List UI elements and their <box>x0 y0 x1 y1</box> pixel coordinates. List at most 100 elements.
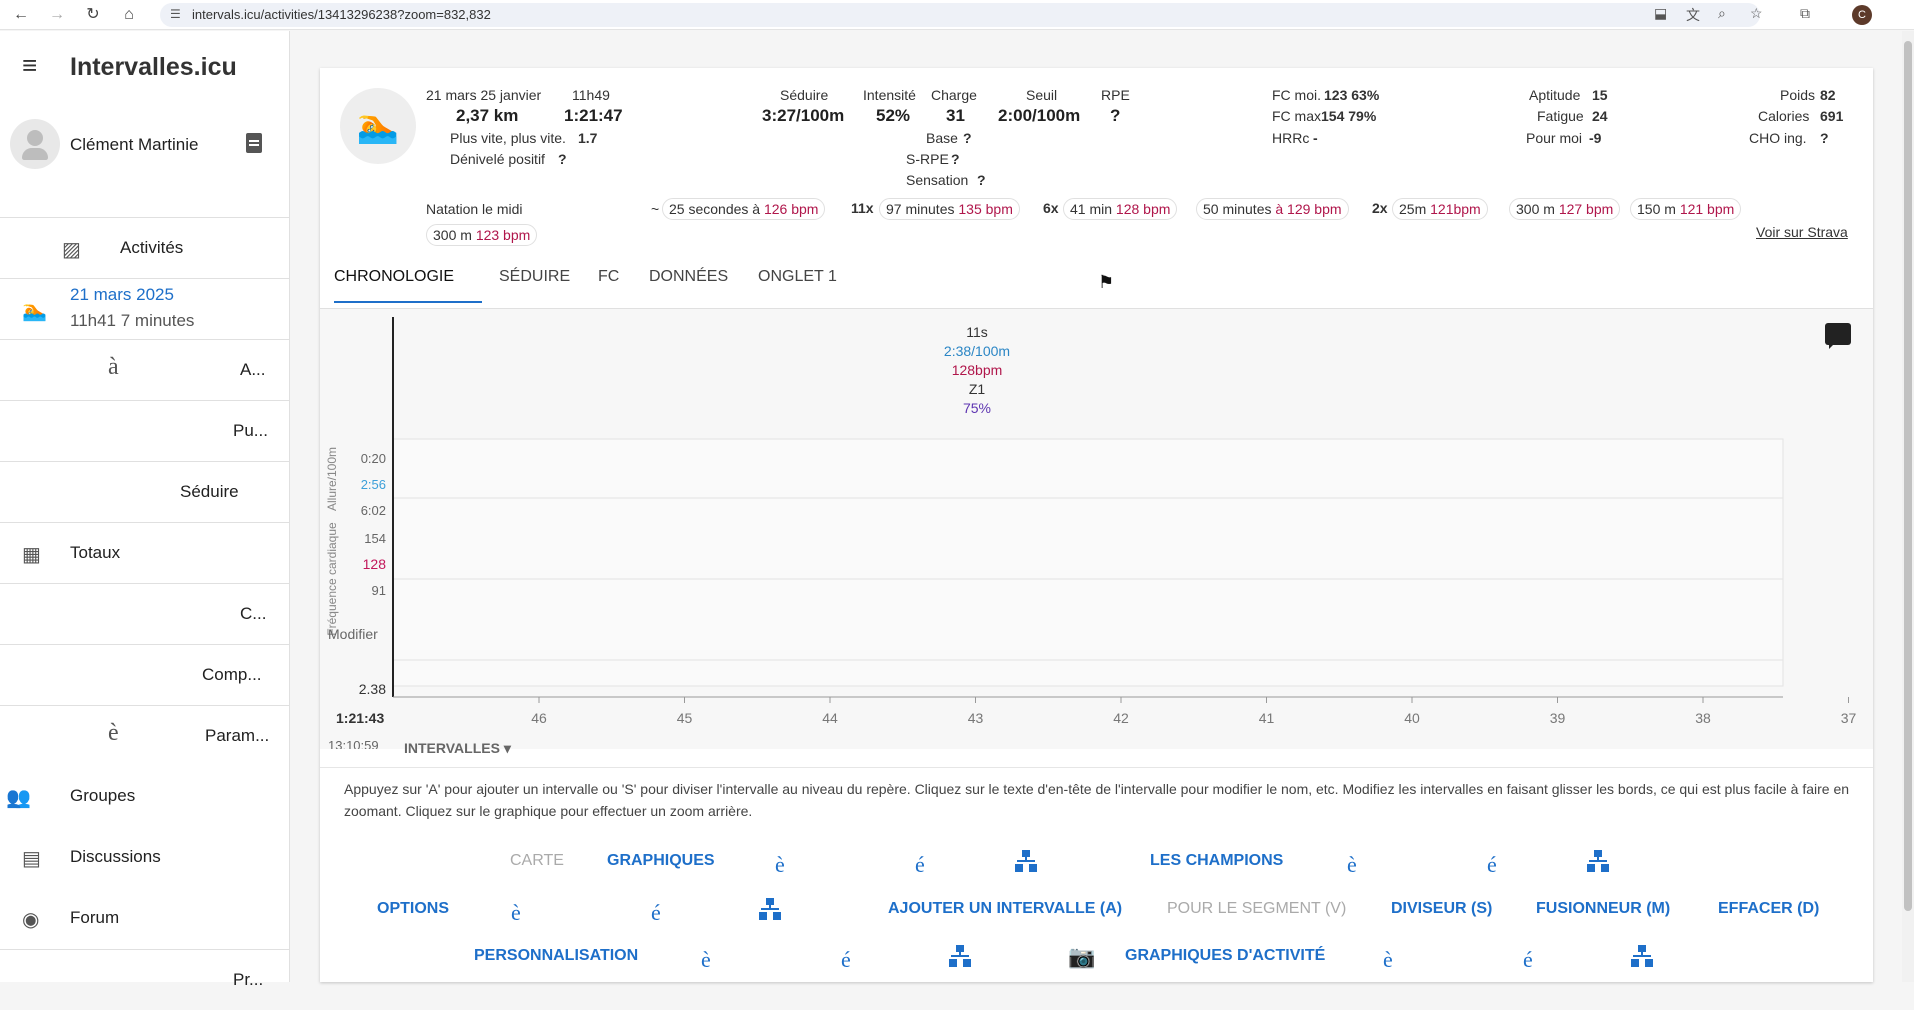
scrollbar-thumb[interactable] <box>1904 41 1912 911</box>
profile-avatar[interactable]: C <box>1852 5 1872 25</box>
splitter-button[interactable]: DIVISEUR (S) <box>1391 900 1492 918</box>
weight-value: 82 <box>1820 87 1836 103</box>
interval-chip[interactable]: 50 minutes à 129 bpm <box>1196 198 1349 220</box>
interval-chip[interactable]: 25 secondes à 126 bpm <box>662 198 826 220</box>
tilde: ~ <box>651 201 660 217</box>
options-button[interactable]: OPTIONS <box>377 900 449 918</box>
interval-chip[interactable]: 300 m 123 bpm <box>426 224 538 246</box>
bookmark-star-icon[interactable]: ☆ <box>1750 5 1763 22</box>
activity-charts-button[interactable]: GRAPHIQUES D'ACTIVITÉ <box>1125 947 1325 965</box>
intervals-dropdown[interactable]: INTERVALLES ▾ <box>404 740 511 757</box>
customization-button[interactable]: PERSONNALISATION <box>474 947 638 965</box>
chart-svg[interactable]: Fréquence cardiaque Allure/100m 0:20 2:5… <box>320 309 1873 749</box>
sidebar-item-seduire[interactable]: Séduire <box>0 461 290 522</box>
user-name[interactable]: Clément Martinie <box>70 135 199 155</box>
sidebar-item-groups[interactable]: 👥 Groupes <box>0 766 290 827</box>
sidebar-item-a[interactable]: à A... <box>0 339 290 400</box>
forward-icon[interactable]: → <box>46 4 68 26</box>
hrrc-value: - <box>1313 130 1318 146</box>
interval-chip[interactable]: 300 m 127 bpm <box>1509 198 1621 220</box>
sidebar-item-current-activity[interactable]: 🏊 21 mars 2025 11h41 7 minutes <box>0 278 290 339</box>
site-info-icon[interactable]: ☰ <box>170 7 181 21</box>
x-axis-ticks: 46 45 44 43 42 41 40 39 38 37 <box>531 697 1856 726</box>
sidebar-item-c[interactable]: C... <box>0 583 290 644</box>
zoom-icon[interactable]: ⌕ <box>1718 5 1726 22</box>
calories-value: 691 <box>1820 108 1844 124</box>
merger-button[interactable]: FUSIONNEUR (M) <box>1536 900 1670 918</box>
install-icon[interactable]: ⬓ <box>1654 5 1667 22</box>
hierarchy-icon[interactable] <box>949 945 971 967</box>
stat-value: ? <box>1110 106 1121 125</box>
sensation-value: ? <box>977 172 986 188</box>
pace-tick-current: 2:56 <box>361 477 386 492</box>
erase-button[interactable]: EFFACER (D) <box>1718 900 1819 918</box>
x-tick-label: 39 <box>1550 710 1566 726</box>
tab-chronologie[interactable]: CHRONOLOGIE <box>334 268 454 286</box>
app-title[interactable]: Intervalles.icu <box>70 53 237 82</box>
weight-label: Poids <box>1780 87 1816 103</box>
stat-value: 52% <box>876 106 911 125</box>
timeline-chart[interactable]: Fréquence cardiaque Allure/100m 0:20 2:5… <box>320 309 1873 749</box>
faster-label: Plus vite, plus vite. <box>450 130 566 146</box>
calories-label: Calories <box>1758 108 1810 124</box>
glyph: é <box>841 947 851 972</box>
sidebar-item-label: Totaux <box>70 543 121 562</box>
camera-icon[interactable]: 📷 <box>1068 944 1095 970</box>
glyph: è <box>1347 852 1357 877</box>
sidebar-item-forum[interactable]: ◉ Forum <box>0 888 290 949</box>
for-segment-button[interactable]: POUR LE SEGMENT (V) <box>1167 900 1346 918</box>
hierarchy-icon[interactable] <box>759 898 781 920</box>
comment-icon[interactable] <box>1825 323 1851 349</box>
sidebar: ≡ Intervalles.icu Clément Martinie ▨ Act… <box>0 31 290 989</box>
modify-label[interactable]: Modifier <box>328 626 378 642</box>
interval-chip[interactable]: 41 min 128 bpm <box>1063 198 1178 220</box>
address-bar[interactable]: ☰ intervals.icu/activities/13413296238?z… <box>160 3 1760 27</box>
sensation-label: Sensation <box>906 172 969 188</box>
tab-fc[interactable]: FC <box>598 268 619 286</box>
user-avatar[interactable] <box>10 119 60 169</box>
sidebar-item-label: Param... <box>205 726 270 745</box>
sidebar-item-pr[interactable]: Pr... <box>0 949 290 1010</box>
intervals-dropdown-label: INTERVALLES <box>404 740 500 756</box>
sidebar-item-activities[interactable]: ▨ Activités <box>0 217 290 278</box>
form-label: Pour moi <box>1526 130 1583 146</box>
activity-name[interactable]: Natation le midi <box>426 201 523 217</box>
sidebar-item-label: Pr... <box>233 970 264 989</box>
interval-chip[interactable]: 150 m 121 bpm <box>1630 198 1742 220</box>
add-interval-button[interactable]: AJOUTER UN INTERVALLE (A) <box>888 900 1122 918</box>
activity-subtitle: 11h41 7 minutes <box>70 311 195 330</box>
chip-hr: 127 bpm <box>1558 201 1614 217</box>
interval-chip[interactable]: 25m 121bpm <box>1392 198 1488 220</box>
sidebar-item-label: Discussions <box>70 847 161 866</box>
sidebar-item-pu[interactable]: Pu... <box>0 400 290 461</box>
document-icon[interactable] <box>246 133 262 153</box>
tab-seduire[interactable]: SÉDUIRE <box>499 268 570 286</box>
x-tick-label: 40 <box>1404 710 1420 726</box>
champions-button[interactable]: LES CHAMPIONS <box>1150 852 1283 870</box>
charts-button[interactable]: GRAPHIQUES <box>607 852 715 870</box>
hierarchy-icon[interactable] <box>1631 945 1653 967</box>
chip-hr: 126 bpm <box>763 201 819 217</box>
menu-icon[interactable]: ≡ <box>22 52 37 78</box>
back-icon[interactable]: ← <box>10 4 32 26</box>
interval-chip[interactable]: 97 minutes 135 bpm <box>879 198 1020 220</box>
sidebar-item-discussions[interactable]: ▤ Discussions <box>0 827 290 888</box>
tab-donnees[interactable]: DONNÉES <box>649 268 728 286</box>
home-icon[interactable]: ⌂ <box>118 4 140 26</box>
sidebar-item-totals[interactable]: ▦ Totaux <box>0 522 290 583</box>
extensions-icon[interactable]: ⧉ <box>1800 5 1810 22</box>
chip-text: 25 secondes à <box>669 201 761 217</box>
sidebar-item-label: Séduire <box>180 482 239 501</box>
flag-icon[interactable]: ⚑ <box>1098 272 1114 293</box>
map-button[interactable]: CARTE <box>510 852 564 870</box>
translate-icon[interactable]: 文 <box>1686 5 1700 25</box>
stat-label: Seuil <box>1026 87 1058 103</box>
strava-link[interactable]: Voir sur Strava <box>1756 224 1848 240</box>
tab-onglet-1[interactable]: ONGLET 1 <box>758 268 837 286</box>
sidebar-item-param[interactable]: è Param... <box>0 705 290 766</box>
scrollbar[interactable] <box>1902 31 1914 982</box>
reload-icon[interactable]: ↻ <box>82 4 104 26</box>
hierarchy-icon[interactable] <box>1587 850 1609 872</box>
hierarchy-icon[interactable] <box>1015 850 1037 872</box>
sidebar-item-comp[interactable]: Comp... <box>0 644 290 705</box>
